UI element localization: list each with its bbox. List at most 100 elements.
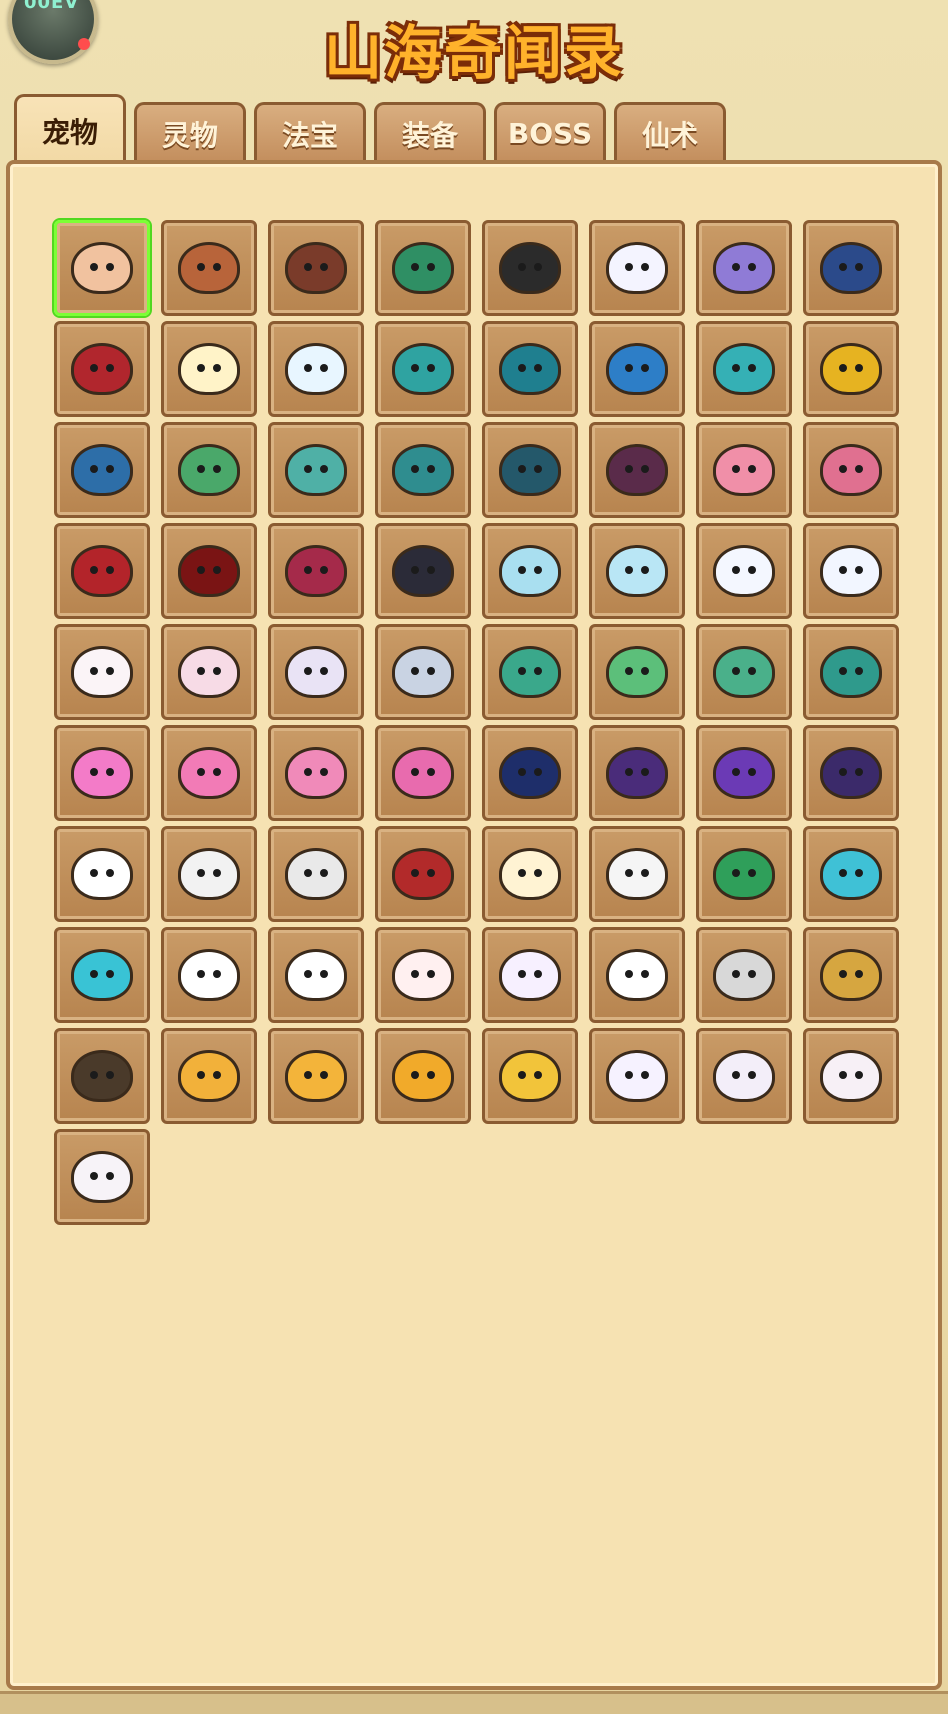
pet-slot[interactable]: [803, 826, 899, 922]
tab-2[interactable]: 法宝: [254, 102, 366, 162]
pet-slot[interactable]: [161, 927, 257, 1023]
bottom-bar: [0, 1691, 948, 1714]
pet-slot[interactable]: [696, 725, 792, 821]
pet-slot[interactable]: [375, 523, 471, 619]
tab-0[interactable]: 宠物: [14, 94, 126, 164]
pet-slot[interactable]: [268, 523, 364, 619]
unicorn-icon: [713, 242, 775, 294]
pet-slot[interactable]: [54, 321, 150, 417]
teal-gold-armor-icon: [499, 343, 561, 395]
pet-slot[interactable]: [589, 523, 685, 619]
pet-slot[interactable]: [161, 1028, 257, 1124]
teal-gold-helmet-icon: [392, 343, 454, 395]
dark-ninja-dragon-icon: [820, 747, 882, 799]
pet-slot[interactable]: [482, 422, 578, 518]
pet-slot[interactable]: [589, 422, 685, 518]
pet-slot[interactable]: [696, 927, 792, 1023]
pet-slot[interactable]: [589, 927, 685, 1023]
pet-slot[interactable]: [803, 624, 899, 720]
pet-slot[interactable]: [268, 927, 364, 1023]
pet-slot[interactable]: [696, 826, 792, 922]
pet-slot[interactable]: [54, 422, 150, 518]
pet-slot[interactable]: [589, 826, 685, 922]
pet-slot[interactable]: [268, 220, 364, 316]
pet-slot[interactable]: [482, 1028, 578, 1124]
white-girl-icon: [71, 1151, 133, 1203]
pet-slot[interactable]: [54, 725, 150, 821]
pet-slot[interactable]: [54, 624, 150, 720]
tab-1[interactable]: 灵物: [134, 102, 246, 162]
pet-slot[interactable]: [803, 523, 899, 619]
tab-4[interactable]: BOSS: [494, 102, 606, 162]
pet-slot[interactable]: [589, 1028, 685, 1124]
orange-fox-3-icon: [392, 1050, 454, 1102]
pet-slot[interactable]: [161, 725, 257, 821]
pet-slot[interactable]: [803, 422, 899, 518]
teal-bird-icon: [499, 646, 561, 698]
pet-slot[interactable]: [54, 1028, 150, 1124]
page-title: 山海奇闻录: [323, 19, 624, 87]
pet-slot[interactable]: [696, 321, 792, 417]
pet-slot[interactable]: [54, 523, 150, 619]
pet-slot[interactable]: [696, 422, 792, 518]
pet-slot[interactable]: [482, 927, 578, 1023]
pet-slot[interactable]: [803, 220, 899, 316]
pet-slot[interactable]: [268, 826, 364, 922]
pet-slot[interactable]: [482, 725, 578, 821]
pet-slot[interactable]: [696, 1028, 792, 1124]
pet-slot[interactable]: [161, 523, 257, 619]
silver-rabbit-icon: [392, 646, 454, 698]
tab-5[interactable]: 仙术: [614, 102, 726, 162]
pet-slot[interactable]: [803, 1028, 899, 1124]
pet-slot[interactable]: [375, 1028, 471, 1124]
pet-slot[interactable]: [375, 725, 471, 821]
app-root: 00EV 山海奇闻录 宠物 灵物 法宝 装备 BOSS 仙术: [0, 0, 948, 1714]
pet-slot[interactable]: [803, 725, 899, 821]
pet-slot[interactable]: [589, 321, 685, 417]
pet-slot[interactable]: [54, 1129, 150, 1225]
pet-slot[interactable]: [268, 725, 364, 821]
pet-slot[interactable]: [54, 927, 150, 1023]
pet-slot[interactable]: [268, 1028, 364, 1124]
pet-slot[interactable]: [375, 220, 471, 316]
pet-slot[interactable]: [161, 624, 257, 720]
pet-slot[interactable]: [375, 826, 471, 922]
pet-slot[interactable]: [696, 523, 792, 619]
pet-slot[interactable]: [696, 220, 792, 316]
pet-slot[interactable]: [589, 725, 685, 821]
pet-slot[interactable]: [375, 321, 471, 417]
pet-slot[interactable]: [482, 826, 578, 922]
pet-slot[interactable]: [589, 624, 685, 720]
pet-slot[interactable]: [161, 321, 257, 417]
pet-slot[interactable]: [54, 220, 150, 316]
pet-slot[interactable]: [803, 321, 899, 417]
horned-mask-icon: [285, 848, 347, 900]
pet-slot[interactable]: [482, 523, 578, 619]
green-parrot-icon: [713, 848, 775, 900]
pet-slot[interactable]: [54, 826, 150, 922]
pet-slot[interactable]: [803, 927, 899, 1023]
pet-slot[interactable]: [161, 422, 257, 518]
pet-slot[interactable]: [268, 624, 364, 720]
teal-fish-warrior-icon: [392, 444, 454, 496]
pet-slot[interactable]: [268, 321, 364, 417]
pet-slot[interactable]: [161, 826, 257, 922]
pet-slot[interactable]: [696, 624, 792, 720]
white-fox-icon: [285, 949, 347, 1001]
pet-slot[interactable]: [482, 220, 578, 316]
pink-bird-icon: [713, 444, 775, 496]
pet-slot[interactable]: [482, 624, 578, 720]
pet-slot[interactable]: [589, 220, 685, 316]
pet-slot[interactable]: [375, 927, 471, 1023]
pet-slot[interactable]: [268, 422, 364, 518]
cream-chick-icon: [499, 848, 561, 900]
pet-slot[interactable]: [482, 321, 578, 417]
white-sheep-icon: [713, 545, 775, 597]
silver-knight-icon: [713, 949, 775, 1001]
white-black-mask-icon: [178, 848, 240, 900]
pet-slot[interactable]: [375, 624, 471, 720]
pet-slot[interactable]: [161, 220, 257, 316]
red-bird-icon: [71, 545, 133, 597]
tab-3[interactable]: 装备: [374, 102, 486, 162]
pet-slot[interactable]: [375, 422, 471, 518]
